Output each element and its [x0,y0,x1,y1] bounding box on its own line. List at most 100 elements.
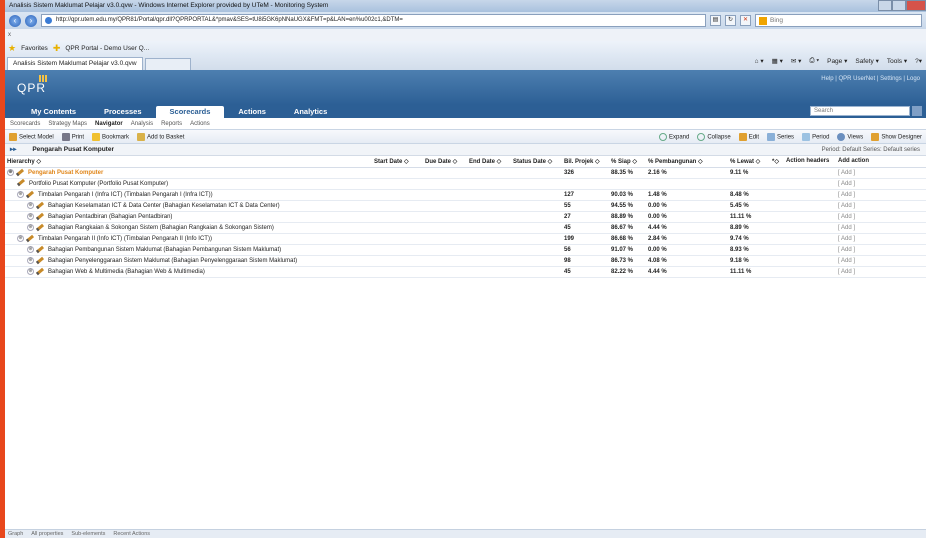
hierarchy-cell[interactable]: ⊕ Bahagian Pembangunan Sistem Maklumat (B… [5,244,372,256]
table-row[interactable]: ⊕ Bahagian Penyelenggaraan Sistem Makluma… [5,255,926,267]
pencil-icon[interactable] [35,212,45,221]
breadcrumb-arrow-icon[interactable]: ▸▸ [10,146,17,153]
table-row[interactable]: ⊕ Bahagian Rangkaian & Sokongan Sistem (B… [5,222,926,234]
add-action-link[interactable]: [ Add ] [836,178,926,190]
table-row[interactable]: ⊕ Bahagian Pentadbiran (Bahagian Pentadbi… [5,211,926,223]
tools-menu[interactable]: Tools ▾ [887,57,907,65]
print-button[interactable]: Print [61,132,84,141]
table-row[interactable]: ⊕ Bahagian Pembangunan Sistem Maklumat (B… [5,244,926,256]
subnav-strategy-maps[interactable]: Strategy Maps [48,121,87,127]
hierarchy-cell[interactable]: ⊕ Bahagian Penyelenggaraan Sistem Makluma… [5,255,372,267]
extra-toolbar-text[interactable]: x [8,32,11,38]
pencil-icon[interactable] [35,256,45,265]
show-designer-button[interactable]: Show Designer [871,133,922,141]
back-button[interactable]: ‹ [9,14,21,27]
print-icon[interactable]: ⎙ ▾ [809,57,819,65]
expand-toggle-icon[interactable]: ⊕ [17,234,24,242]
bookmark-button[interactable]: Bookmark [92,132,129,141]
add-action-link[interactable]: [ Add ] [836,222,926,234]
header-links[interactable]: Help | QPR UserNet | Settings | Logo [821,76,920,82]
expand-button[interactable]: Expand [658,133,689,141]
subnav-actions[interactable]: Actions [190,121,210,127]
mail-icon[interactable]: ✉ ▾ [791,57,802,65]
add-favorite-icon[interactable]: ✚ [53,43,61,54]
subnav-analysis[interactable]: Analysis [131,121,153,127]
add-action-link[interactable]: [ Add ] [836,211,926,223]
series-button[interactable]: Series [767,133,794,141]
expand-toggle-icon[interactable]: ⊕ [27,267,34,275]
hierarchy-cell[interactable]: ⊕ Timbalan Pengarah I (Infra ICT) (Timbal… [5,189,372,201]
col-hierarchy[interactable]: Hierarchy ◇ [5,156,372,168]
stop-icon[interactable]: ✕ [740,15,751,26]
new-tab-button[interactable] [144,58,191,70]
col-start-date[interactable]: Start Date ◇ [372,156,423,168]
subnav-reports[interactable]: Reports [161,121,182,127]
views-button[interactable]: Views [837,133,863,141]
add-action-link[interactable]: [ Add ] [836,266,926,278]
pencil-icon[interactable] [15,168,25,177]
pencil-icon[interactable] [35,245,45,254]
expand-toggle-icon[interactable]: ⊕ [27,256,34,264]
col-star[interactable]: *◇ [770,156,784,168]
pencil-icon[interactable] [35,201,45,210]
col-end-date[interactable]: End Date ◇ [467,156,511,168]
table-row[interactable]: Portfolio Pusat Komputer (Portfolio Pusa… [5,178,926,190]
col-lewat[interactable]: % Lewat ◇ [728,156,770,168]
bing-search-field[interactable]: Bing [755,14,922,27]
period-button[interactable]: Period [802,133,829,141]
refresh-icon[interactable]: ↻ [725,15,736,26]
col-bil-projek[interactable]: Bil. Projek ◇ [562,156,609,168]
expand-toggle-icon[interactable]: ⊕ [17,190,24,198]
subnav-scorecards[interactable]: Scorecards [10,121,40,127]
period-series-text[interactable]: Period: Default Series: Default series [822,144,920,156]
minimize-button[interactable] [878,0,892,11]
expand-toggle-icon[interactable]: ⊕ [27,212,34,220]
table-row[interactable]: ⊕ Bahagian Keselamatan ICT & Data Center … [5,200,926,212]
table-row[interactable]: ⊕ Bahagian Web & Multimedia (Bahagian Web… [5,266,926,278]
add-action-link[interactable]: [ Add ] [836,200,926,212]
forward-button[interactable]: › [25,14,37,27]
expand-toggle-icon[interactable]: ⊕ [7,168,14,176]
add-action-link[interactable]: [ Add ] [836,233,926,245]
table-row[interactable]: ⊕ Timbalan Pengarah I (Infra ICT) (Timbal… [5,189,926,201]
hierarchy-cell[interactable]: ⊕ Bahagian Rangkaian & Sokongan Sistem (B… [5,222,372,234]
hierarchy-cell[interactable]: Portfolio Pusat Komputer (Portfolio Pusa… [5,178,372,190]
collapse-button[interactable]: Collapse [697,133,731,141]
help-icon[interactable]: ?▾ [915,57,922,65]
hierarchy-cell[interactable]: ⊕ Bahagian Web & Multimedia (Bahagian Web… [5,266,372,278]
tab-my-contents[interactable]: My Contents [17,106,90,118]
fav-link[interactable]: QPR Portal - Demo User Q... [65,45,149,52]
tab-sub-elements[interactable]: Sub-elements [71,530,105,538]
col-due-date[interactable]: Due Date ◇ [423,156,467,168]
col-status-date[interactable]: Status Date ◇ [511,156,562,168]
expand-toggle-icon[interactable]: ⊕ [27,201,34,209]
tab-analytics[interactable]: Analytics [280,106,341,118]
tab-recent-actions[interactable]: Recent Actions [113,530,150,538]
tab-processes[interactable]: Processes [90,106,156,118]
browser-tab[interactable]: Analisis Sistem Maklumat Pelajar v3.0.qv… [7,57,143,70]
expand-toggle-icon[interactable]: ⊕ [27,223,34,231]
col-siap[interactable]: % Siap ◇ [609,156,646,168]
hierarchy-cell[interactable]: ⊕ Bahagian Keselamatan ICT & Data Center … [5,200,372,212]
safety-menu[interactable]: Safety ▾ [855,57,879,65]
expand-toggle-icon[interactable]: ⊕ [27,245,34,253]
add-action-link[interactable]: [ Add ] [836,255,926,267]
address-field[interactable]: http://qpr.utem.edu.my/QPR81/Portal/qpr.… [41,14,706,27]
hierarchy-cell[interactable]: ⊕ Bahagian Pentadbiran (Bahagian Pentadbi… [5,211,372,223]
edit-button[interactable]: Edit [738,133,759,141]
favorites-label[interactable]: Favorites [21,45,48,52]
pencil-icon[interactable] [25,190,35,199]
pencil-icon[interactable] [16,179,26,187]
favorites-star-icon[interactable]: ★ [8,43,16,54]
add-action-link[interactable]: [ Add ] [836,244,926,256]
pencil-icon[interactable] [25,234,35,243]
page-menu[interactable]: Page ▾ [827,57,847,65]
feeds-icon[interactable]: ▦ ▾ [772,57,783,65]
col-pembangunan[interactable]: % Pembangunan ◇ [646,156,728,168]
hierarchy-cell[interactable]: ⊕ Timbalan Pengarah II (Info ICT) (Timbal… [5,233,372,245]
tab-graph[interactable]: Graph [8,530,23,538]
home-icon[interactable]: ⌂ ▾ [755,57,764,65]
pencil-icon[interactable] [35,223,45,232]
tab-scorecards[interactable]: Scorecards [155,106,225,118]
add-action-link[interactable]: [ Add ] [836,189,926,201]
